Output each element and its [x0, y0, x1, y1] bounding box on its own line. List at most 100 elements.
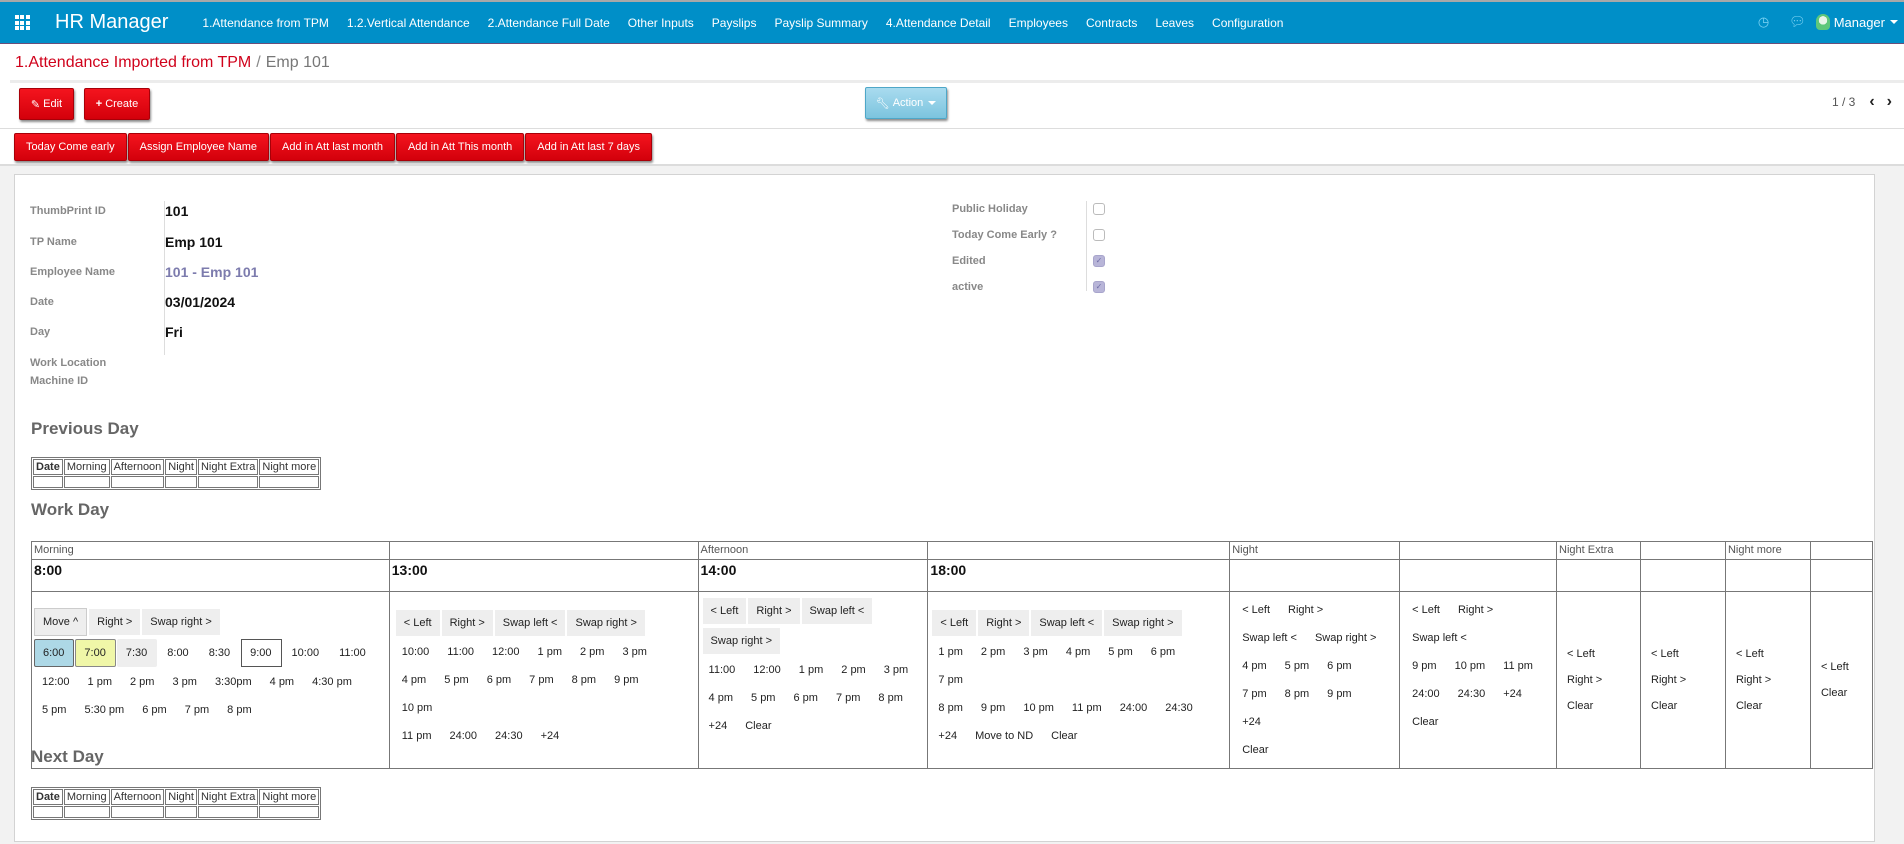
time-slot[interactable]: 8 pm: [930, 695, 970, 721]
time-slot[interactable]: 7 pm: [930, 667, 970, 693]
time-slot[interactable]: 24:30: [1450, 681, 1494, 707]
time-slot[interactable]: 4:30 pm: [304, 669, 360, 695]
left-button[interactable]: < Left: [932, 610, 977, 636]
swap-right-button[interactable]: Swap right >: [702, 628, 780, 654]
pager-value[interactable]: 1 / 3: [1832, 95, 1855, 109]
menu-leaves[interactable]: Leaves: [1146, 16, 1203, 30]
add-att-last-month-button[interactable]: Add in Att last month: [270, 133, 395, 161]
time-slot[interactable]: 12:00: [484, 639, 528, 665]
time-slot[interactable]: 11:00: [701, 657, 744, 683]
time-slot[interactable]: 3 pm: [1015, 639, 1055, 665]
edited-checkbox[interactable]: ✓: [1093, 255, 1105, 267]
time-slot[interactable]: 11 pm: [1064, 695, 1110, 721]
assign-employee-name-button[interactable]: Assign Employee Name: [127, 133, 270, 161]
right-button[interactable]: Right >: [441, 610, 493, 636]
pager-prev-icon[interactable]: ‹: [1869, 94, 1874, 110]
time-slot[interactable]: 2 pm: [122, 669, 162, 695]
move-to-next-day-button[interactable]: Move to ND: [967, 723, 1041, 749]
time-slot[interactable]: 6 pm: [479, 667, 519, 693]
time-slot[interactable]: 3:30pm: [207, 669, 260, 695]
time-slot[interactable]: 6 pm: [134, 697, 174, 723]
plus-24-button[interactable]: +24: [930, 723, 965, 749]
time-slot[interactable]: 5 pm: [1100, 639, 1140, 665]
user-menu[interactable]: Manager: [1815, 14, 1904, 30]
right-button[interactable]: Right >: [1450, 597, 1501, 623]
time-slot[interactable]: 11 pm: [1495, 653, 1541, 679]
time-slot[interactable]: 8:00: [158, 639, 198, 667]
swap-left-button[interactable]: Swap left <: [801, 598, 873, 624]
swap-right-button[interactable]: Swap right >: [1104, 610, 1182, 636]
edit-button[interactable]: ✎ Edit: [19, 88, 74, 120]
time-slot[interactable]: 7 pm: [521, 667, 561, 693]
clear-button[interactable]: Clear: [1563, 694, 1636, 718]
create-button[interactable]: + Create: [84, 88, 150, 120]
right-button[interactable]: Right >: [1280, 597, 1331, 623]
move-up-button[interactable]: Move ^: [34, 608, 88, 636]
time-slot[interactable]: 24:00: [1404, 681, 1448, 707]
time-slot[interactable]: 12:00: [34, 669, 78, 695]
time-slot[interactable]: 2 pm: [572, 639, 612, 665]
time-slot[interactable]: 5 pm: [436, 667, 476, 693]
time-slot[interactable]: 6 pm: [1143, 639, 1183, 665]
left-button[interactable]: < Left: [1404, 597, 1448, 623]
time-slot[interactable]: 5 pm: [34, 697, 74, 723]
swap-right-button[interactable]: Swap right >: [1307, 625, 1384, 651]
time-slot[interactable]: 4 pm: [394, 667, 434, 693]
time-slot[interactable]: 3 pm: [614, 639, 654, 665]
time-slot[interactable]: 1 pm: [80, 669, 120, 695]
time-slot[interactable]: 1 pm: [791, 657, 831, 683]
swap-right-button[interactable]: Swap right >: [142, 609, 220, 635]
time-slot[interactable]: 7:30: [116, 639, 158, 667]
right-button[interactable]: Right >: [1732, 668, 1806, 692]
menu-attendance-from-tpm[interactable]: 1.Attendance from TPM: [193, 16, 338, 30]
time-slot[interactable]: 3 pm: [164, 669, 204, 695]
time-slot[interactable]: 1 pm: [530, 639, 570, 665]
swap-left-button[interactable]: Swap left <: [1031, 610, 1103, 636]
clear-button[interactable]: Clear: [1732, 694, 1806, 718]
time-slot[interactable]: 9 pm: [606, 667, 646, 693]
left-button[interactable]: < Left: [702, 598, 747, 624]
time-slot[interactable]: 11 pm: [394, 723, 440, 749]
time-slot[interactable]: 1 pm: [930, 639, 970, 665]
time-slot[interactable]: 8 pm: [1277, 681, 1317, 707]
time-slot[interactable]: 10 pm: [1447, 653, 1494, 679]
time-slot[interactable]: 4 pm: [1058, 639, 1098, 665]
clear-button[interactable]: Clear: [1817, 681, 1868, 705]
menu-configuration[interactable]: Configuration: [1203, 16, 1292, 30]
public-holiday-checkbox[interactable]: [1093, 203, 1105, 215]
clear-button[interactable]: Clear: [1404, 709, 1446, 735]
swap-left-button[interactable]: Swap left <: [494, 610, 566, 636]
apps-grid-icon[interactable]: [0, 3, 44, 43]
add-att-last-7-days-button[interactable]: Add in Att last 7 days: [525, 133, 653, 161]
plus-24-button[interactable]: +24: [701, 713, 736, 739]
time-slot-highlight[interactable]: 7:00: [75, 639, 116, 667]
time-slot[interactable]: 6 pm: [1319, 653, 1359, 679]
time-slot[interactable]: 7 pm: [1234, 681, 1274, 707]
add-att-this-month-button[interactable]: Add in Att This month: [395, 133, 525, 161]
clock-icon[interactable]: ◷: [1758, 14, 1769, 30]
time-slot[interactable]: 5 pm: [743, 685, 783, 711]
chat-icon[interactable]: 💬︎: [1789, 14, 1806, 30]
time-slot[interactable]: 3 pm: [876, 657, 916, 683]
time-slot[interactable]: 10:00: [394, 639, 438, 665]
time-slot[interactable]: 10 pm: [1015, 695, 1062, 721]
left-button[interactable]: < Left: [1234, 597, 1278, 623]
menu-employees[interactable]: Employees: [1000, 16, 1077, 30]
right-button[interactable]: Right >: [748, 598, 800, 624]
time-slot[interactable]: 6 pm: [785, 685, 825, 711]
plus-24-button[interactable]: +24: [1495, 681, 1530, 707]
left-button[interactable]: < Left: [1817, 655, 1868, 679]
time-slot[interactable]: 10:00: [283, 639, 330, 667]
time-slot[interactable]: 2 pm: [833, 657, 873, 683]
active-checkbox[interactable]: ✓: [1093, 281, 1105, 293]
time-slot[interactable]: 8 pm: [219, 697, 259, 723]
clear-button[interactable]: Clear: [1234, 737, 1276, 763]
time-slot[interactable]: 2 pm: [973, 639, 1013, 665]
time-slot[interactable]: 5 pm: [1277, 653, 1317, 679]
clear-button[interactable]: Clear: [1647, 694, 1721, 718]
time-slot[interactable]: 24:30: [487, 723, 531, 749]
right-button[interactable]: Right >: [978, 610, 1030, 636]
menu-contracts[interactable]: Contracts: [1077, 16, 1146, 30]
time-slot[interactable]: 8:30: [200, 639, 240, 667]
pager-next-icon[interactable]: ›: [1887, 94, 1892, 110]
